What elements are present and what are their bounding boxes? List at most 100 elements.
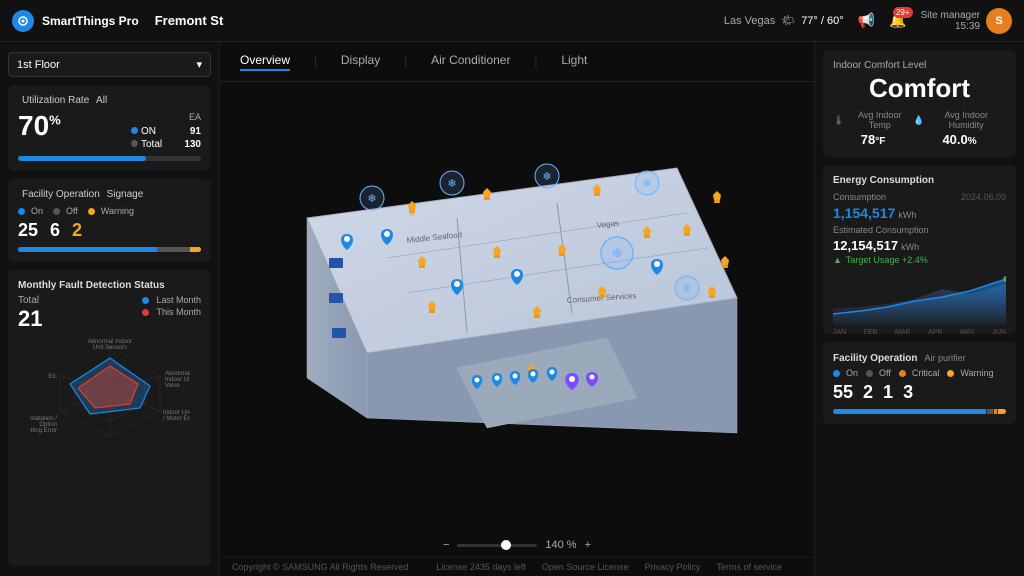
sidebar: 1st Floor ▾ Utilization Rate All 70% EA [0,42,220,576]
facility-bottom-legend: On Off Critical Warning [833,368,1006,378]
utilization-bar-fill [18,156,146,161]
zoom-level: 140 % [545,539,576,551]
total-label: Total [141,139,162,150]
facility-bar-warning [190,247,201,252]
facility-bottom-card: Facility Operation Air purifier On Off C… [823,342,1016,424]
zoom-track[interactable] [457,544,537,547]
svg-text:❄: ❄ [611,245,623,261]
logo-icon [12,10,34,32]
facility-bottom-stats: 55 2 1 3 [833,382,1006,403]
tabs-bar: Overview | Display | Air Conditioner | L… [220,42,814,82]
open-source-link[interactable]: Open Source License [542,562,629,572]
consumption-label: Consumption [833,192,886,202]
fb-on-value: 55 [833,382,853,403]
privacy-link[interactable]: Privacy Policy [644,562,700,572]
target-arrow-icon: ▲ [833,255,842,265]
consumption-date: 2024.06.09 [961,192,1006,202]
chart-label-feb: FEB [864,329,878,336]
comfort-temp-val: 78 [861,132,875,147]
facility-operation-title: Facility Operation Signage [18,189,201,200]
weather-info: Las Vegas 🌤 77° / 60° [724,14,844,27]
svg-text:❄: ❄ [542,171,551,183]
comfort-title: Indoor Comfort Level [833,60,1006,71]
site-manager-label: Site manager [921,10,980,21]
chart-label-apr: APR [928,329,942,336]
svg-text:Unit Sensors: Unit Sensors [92,345,126,351]
fault-header: Total 21 Last Month This Month [18,295,201,332]
utilization-rate-title: Utilization Rate All [18,95,201,106]
tab-light[interactable]: Light [561,53,587,71]
facility-off-legend: Off [53,206,78,216]
fb-warning-stat: 3 [903,382,913,403]
fb-on-label: On [846,368,858,378]
facility-operation-card: Facility Operation Signage On Off Warnin… [8,179,211,262]
utilization-percent: 70% [18,110,61,141]
svg-text:❄: ❄ [447,178,456,190]
avatar[interactable]: S [986,8,1012,34]
estimated-value: 12,154,517 [833,238,898,253]
site-manager: Site manager 15:39 S [921,8,1012,34]
monthly-fault-title: Monthly Fault Detection Status [18,280,201,291]
fb-critical-stat: 1 [883,382,893,403]
zoom-plus-icon[interactable]: + [585,539,591,551]
comfort-humidity: 💧 Avg Indoor Humidity 40.0% [913,110,1006,147]
this-month-dot [142,309,149,316]
fb-critical-dot [899,370,906,377]
thermometer-icon: 🌡 [833,115,844,126]
fb-critical-legend: Critical [899,368,940,378]
tab-air-conditioner[interactable]: Air Conditioner [431,53,510,71]
footer-links: License 2435 days left Open Source Licen… [436,562,802,572]
comfort-temp: 🌡 Avg Indoor Temp 78°F [833,110,913,147]
fb-off-value: 2 [863,382,873,403]
right-panel: Indoor Comfort Level Comfort 🌡 Avg Indoo… [814,42,1024,576]
site-manager-time: 15:39 [921,21,980,32]
fb-off-dot [866,370,873,377]
svg-text:Valve: Valve [165,383,180,389]
tab-overview[interactable]: Overview [240,53,290,71]
fb-off-stat: 2 [863,382,873,403]
chart-labels: JAN FEB MAR APR MAY JUN [833,329,1006,336]
facility-on-label: On [31,206,43,216]
chart-label-may: MAY [960,329,975,336]
facility-warning-stat: 2 [72,220,82,241]
energy-chart-svg [833,269,1006,324]
temperature: 77° / 60° [801,15,843,27]
hvac-pin-1: ❄ [360,186,384,210]
logo-text: SmartThings Pro [42,14,139,28]
weather-icon: 🌤 [781,14,795,27]
humidity-icon: 💧 [913,115,924,126]
facility-bar-on [18,247,157,252]
fb-on-stat: 55 [833,382,853,403]
tab-display[interactable]: Display [341,53,380,71]
fb-critical-label: Critical [912,368,940,378]
radar-chart: Abnormal Indoor Unit Sensors Abnormal In… [30,336,190,446]
notification-icon[interactable]: 🔔 29+ [889,12,906,29]
utilization-rate-card: Utilization Rate All 70% EA ON 91 [8,85,211,171]
utilization-main: 70% [18,112,61,140]
comfort-humidity-val: 40.0 [942,132,967,147]
mini-chart: JAN FEB MAR APR MAY JUN [833,269,1006,324]
license-text: License 2435 days left [436,562,526,572]
terms-link[interactable]: Terms of service [716,562,782,572]
this-month-label: This Month [156,307,201,317]
chevron-down-icon: ▾ [196,58,202,71]
facility-warning-dot [88,208,95,215]
floor-select[interactable]: 1st Floor ▾ [8,52,211,77]
svg-text:❄: ❄ [642,178,651,190]
fb-bar-warning [998,409,1006,414]
megaphone-icon[interactable]: 📢 [858,12,875,29]
radar-svg: Abnormal Indoor Unit Sensors Abnormal In… [30,336,190,446]
fb-warning-legend: Warning [947,368,993,378]
comfort-card: Indoor Comfort Level Comfort 🌡 Avg Indoo… [823,50,1016,157]
location-name: Fremont St [155,13,224,28]
facility-bottom-subtitle: Air purifier [925,353,966,363]
facility-on-dot [18,208,25,215]
chart-label-jun: JUN [992,329,1006,336]
consumption-value: 1,154,517 [833,205,895,221]
copyright: Copyright © SAMSUNG All Rights Reserved [232,562,409,572]
fb-off-legend: Off [866,368,891,378]
zoom-minus-icon[interactable]: − [443,539,449,551]
on-label: ON [141,126,156,137]
logo: SmartThings Pro [12,10,139,32]
facility-on-legend: On [18,206,43,216]
